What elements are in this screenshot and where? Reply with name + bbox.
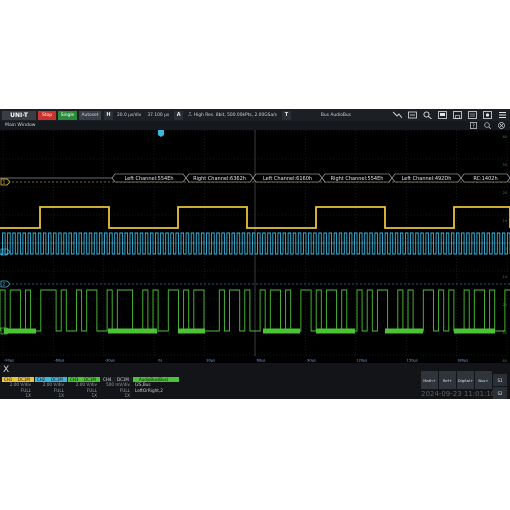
display-icon[interactable] [437,110,448,119]
trigger-menu-button[interactable]: T [281,110,291,120]
time-tick-label: -60µs [54,359,64,363]
decode-label: Left Channel:554Eh [124,176,173,182]
time-tick-label: 60µs [257,359,266,363]
time-tick-label: 150µs [407,359,418,363]
channel-scale: 500 mV/div [106,382,130,387]
bus-decode-row: Left Channel:554Eh Right Channel:6362h Lef… [0,173,510,183]
window-title: Main Window [5,123,36,128]
ch3-low-block [454,328,495,334]
right-scale-label: 10 [503,219,507,223]
utility-icon[interactable] [467,110,478,119]
ch3-low-block [178,328,205,334]
zoom-icon[interactable] [483,121,492,129]
trigger-bus-info[interactable]: Bus AudioBus [319,111,353,120]
channel-block-ch3[interactable]: CH3 DC1M 2.00 V/div FULL 1X [68,377,100,399]
channel-probe: 1X [124,393,130,398]
channel-marker-label: 1 [3,180,6,185]
bottom-status-bar: X CH1 DC1M 2.00 V/div FULL 1X CH2 DC1M 2.00 V/d… [0,363,510,399]
channel-marker-label: 3 [3,329,6,334]
search-icon[interactable] [422,110,433,119]
timebase-readout[interactable]: 20.0 µs/div [115,111,143,120]
time-tick-label: 30µs [206,359,215,363]
oscilloscope-screen: UNI-T Stop Single Autoset H 20.0 µs/div … [0,109,510,399]
decode-panel[interactable]: AudioBus(Bus) I2S,Bus LeftOrRight,2 [133,377,179,399]
channel-probe: 1X [25,393,31,398]
decode-panel-line2: LeftOrRight,2 [135,388,163,393]
menu-icon[interactable] [497,110,508,119]
channel-marker-label: 2 [3,250,6,255]
svg-text:?: ? [472,123,475,128]
cursor-icon[interactable] [407,110,418,119]
s2-button[interactable]: S2 [493,387,507,399]
acquire-menu-button[interactable]: A [174,110,184,120]
decode-label: Right Channel:6362h [193,176,246,182]
brand-logo: UNI-T [2,110,36,120]
channel-probe: 1X [91,393,97,398]
run-stop-button[interactable]: Stop [38,110,56,120]
time-offset-readout[interactable]: 37.100 µs [145,111,171,120]
ch3-low-block [385,328,423,334]
decode-label: Right Channel:554Eh [331,176,384,182]
trigger-position-marker [158,130,164,137]
channel-block-ch4[interactable]: CH4 DC1M 500 mV/div FULL 1X [101,377,133,399]
decode-label: RC:1402h [473,176,497,182]
window-help-icon[interactable]: ? [469,121,478,129]
time-tick-label: 180µs [457,359,468,363]
decode-label: Left Channel:6160h [263,176,312,182]
channel-block-ch2[interactable]: CH2 DC1M 2.00 V/div FULL 1X [35,377,67,399]
s1-button[interactable]: S1 [493,374,507,386]
single-button[interactable]: Single [58,110,77,120]
digital-plus-button[interactable]: Digital+ [457,371,474,389]
ch3-low-block [316,328,355,334]
window-close-icon[interactable] [497,121,506,129]
time-tick-label: 120µs [356,359,367,363]
close-x-icon[interactable]: X [3,365,13,375]
time-tick-label: -30µs [105,359,115,363]
ref-plus-button[interactable]: Ref+ [439,371,456,389]
measure-icon[interactable] [392,110,403,119]
right-scale-label: 80 [503,135,507,139]
right-scale-label: -50 [501,331,507,335]
time-tick-label: -90µs [4,359,14,363]
time-tick-label: 90µs [307,359,316,363]
right-scale-label: -10 [501,275,507,279]
ch3-low-block [263,328,300,334]
decode-label: Left Channel:492Dh [402,176,452,182]
window-title-bar: Main Window ? [0,121,510,130]
time-tick-label: 0s [158,359,162,363]
acquisition-text: High Res. 8bit, 500.00kPts, 2.00GSa/s [193,112,277,118]
ch2-trace [0,232,510,255]
top-toolbar: UNI-T Stop Single Autoset H 20.0 µs/div … [0,109,510,121]
waveform-area[interactable]: 1 2 2 3 Left Channel:554Eh Right Channel:636… [0,130,510,363]
right-scale-label: 0 [505,247,507,251]
right-scale-label: 20 [503,191,507,195]
math-plus-button[interactable]: Math+ [421,371,438,389]
help-icon[interactable] [482,110,493,119]
ch3-low-block [108,328,157,334]
window-icons: ? [464,121,506,129]
date-time: 2024-09-23 11:01:10 [421,390,496,398]
acquisition-info[interactable]: ⎍ High Res. 8bit, 500.00kPts, 2.00GSa/s [186,111,279,120]
channel-probe: 1X [58,393,64,398]
channel-block-ch1[interactable]: CH1 DC1M 2.00 V/div FULL 1X [2,377,34,399]
right-scale-label: 50 [503,163,507,167]
autoset-button[interactable]: Autoset [79,110,101,120]
pulse-icon: ⎍ [188,112,192,118]
right-scale-label: -20 [501,303,507,307]
save-icon[interactable] [452,110,463,119]
channel-marker-label: 2 [3,282,6,287]
horizontal-menu-button[interactable]: H [104,110,113,120]
bus-plus-button[interactable]: Bus+ [475,371,492,389]
toolbar-icons [388,110,508,119]
